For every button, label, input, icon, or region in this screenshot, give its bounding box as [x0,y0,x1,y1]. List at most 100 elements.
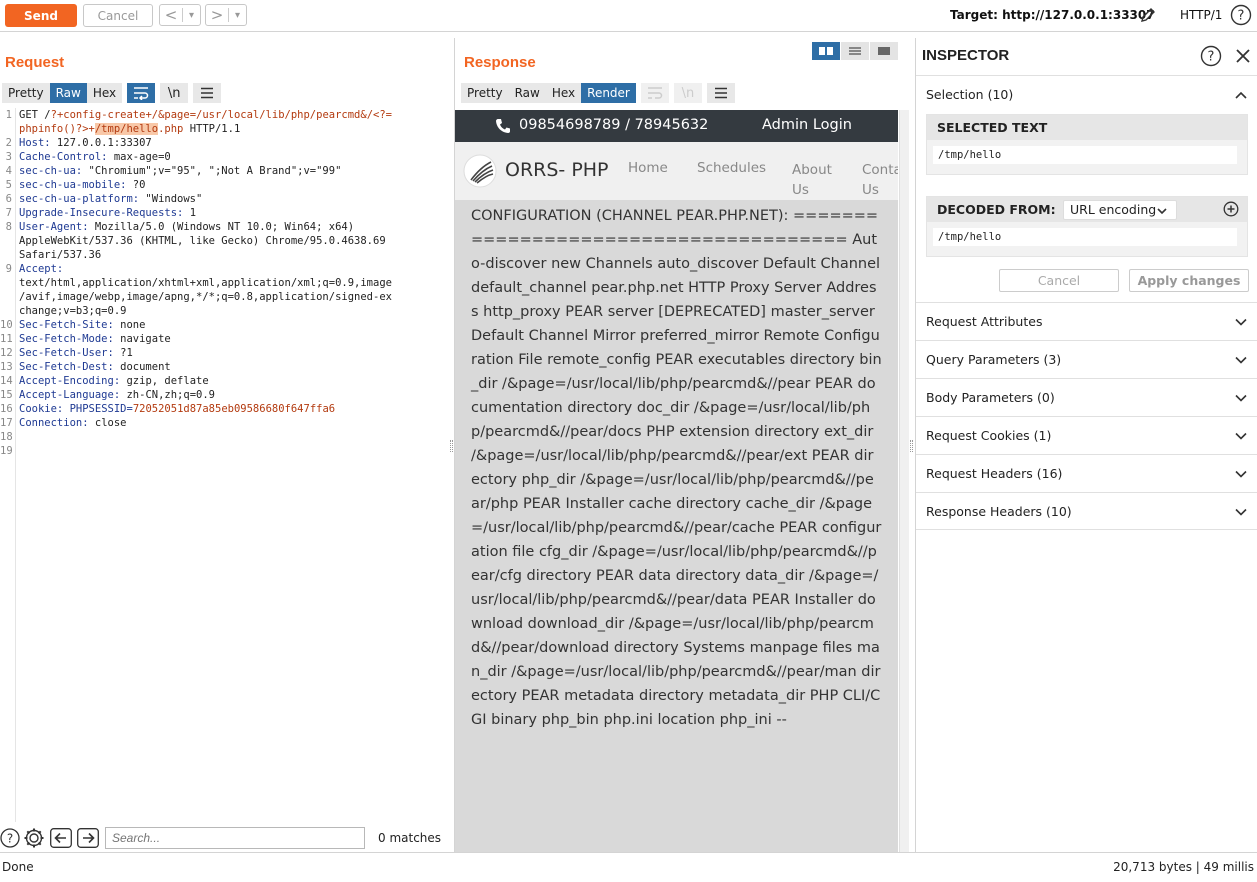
close-icon[interactable] [1234,47,1252,65]
request-editor[interactable]: 1 2 3 4 5 6 7 8 9 10 11 12 13 14 15 16 17 18 19 GET /?+… [0,108,447,822]
response-tab-pretty[interactable]: Pretty [461,83,509,103]
code-token: Connection: [19,417,89,429]
inspector-section-body-parameters[interactable]: Body Parameters (0) [916,378,1257,416]
inspector-section-request-attributes[interactable]: Request Attributes [916,302,1257,340]
code-token: navigate [113,333,171,345]
splitter-handle-right[interactable] [910,440,913,452]
search-help-icon[interactable]: ? [0,828,20,848]
code-line[interactable]: Safari/537.36 [19,248,441,262]
response-view-tabs: Pretty Raw Hex Render \n [461,83,735,103]
top-toolbar: Send Cancel < ▾ > ▾ Target: http://127.0… [0,0,1257,32]
send-button[interactable]: Send [5,4,77,27]
code-line[interactable]: Accept: [19,262,441,276]
next-match-arrow-icon[interactable] [77,828,99,848]
code-line[interactable] [19,444,441,458]
code-line[interactable]: sec-ch-ua-mobile: ?0 [19,178,441,192]
request-tab-hex[interactable]: Hex [86,83,123,103]
previous-match-arrow-icon[interactable] [50,828,72,848]
code-token: 127.0.0.1:33307 [50,137,152,149]
request-tab-pretty[interactable]: Pretty [2,83,50,103]
rendered-nav-schedules[interactable]: Schedules [697,160,766,176]
code-line[interactable]: Host: 127.0.0.1:33307 [19,136,441,150]
response-show-newlines-toggle[interactable]: \n [673,83,702,103]
inspector-cancel-button[interactable]: Cancel [999,269,1119,292]
chevron-down-icon [1235,470,1247,478]
code-line[interactable]: sec-ch-ua: "Chromium";v="95", ";Not A Br… [19,164,441,178]
request-code[interactable]: GET /?+config-create+/&page=/usr/local/l… [19,108,441,458]
code-line[interactable]: phpinfo()?>+/tmp/hello.php HTTP/1.1 [19,122,441,136]
code-line[interactable]: text/html,application/xhtml+xml,applicat… [19,276,441,290]
request-tab-raw[interactable]: Raw [49,83,87,103]
back-button[interactable]: < [160,6,182,24]
rendered-brand-name: ORRS- PHP [505,159,609,181]
section-label: Query Parameters (3) [926,352,1062,367]
response-tab-render[interactable]: Render [581,83,636,103]
rendered-nav-home[interactable]: Home [628,160,668,176]
gear-icon[interactable] [23,827,45,849]
line-number [0,122,12,136]
apply-changes-button[interactable]: Apply changes [1129,269,1249,292]
wrap-lines-toggle[interactable] [127,83,156,103]
code-token: close [88,417,127,429]
code-line[interactable]: Cache-Control: max-age=0 [19,150,441,164]
help-icon[interactable]: ? [1230,4,1252,26]
layout-toggle [812,42,899,60]
response-tab-raw[interactable]: Raw [508,83,546,103]
edit-target-pencil-icon[interactable] [1138,5,1158,25]
line-number: 4 [5,165,12,177]
code-line[interactable]: change;v=b3;q=0.9 [19,304,441,318]
line-number-gutter: 1 2 3 4 5 6 7 8 9 10 11 12 13 14 15 16 17 18 19 [0,108,16,822]
code-line[interactable]: GET /?+config-create+/&page=/usr/local/l… [19,108,441,122]
rendered-admin-login-link[interactable]: Admin Login [762,117,852,133]
code-line[interactable]: Sec-Fetch-Site: none [19,318,441,332]
inspector-help-icon[interactable]: ? [1200,45,1222,67]
add-decoder-plus-icon[interactable] [1223,201,1239,217]
forward-button[interactable]: > [206,6,228,24]
cancel-button[interactable]: Cancel [83,4,153,27]
code-line[interactable]: Sec-Fetch-Mode: navigate [19,332,441,346]
code-line[interactable]: Accept-Language: zh-CN,zh;q=0.9 [19,388,441,402]
request-search-input[interactable] [105,827,365,849]
code-token: sec-ch-ua: [19,165,83,177]
code-line[interactable]: /avif,image/webp,image/apng,*/*;q=0.8,ap… [19,290,441,304]
response-menu-button[interactable] [706,83,735,103]
code-line[interactable]: Upgrade-Insecure-Requests: 1 [19,206,441,220]
code-token: ?0 [126,179,146,191]
line-number: 3 [5,151,12,163]
rendered-nav-contact[interactable]: Contact Us [862,160,898,200]
inspector-section-request-headers[interactable]: Request Headers (16) [916,454,1257,492]
layout-tabs-button[interactable] [870,42,898,60]
code-line[interactable]: sec-ch-ua-platform: "Windows" [19,192,441,206]
code-line[interactable]: Sec-Fetch-Dest: document [19,360,441,374]
response-wrap-lines-toggle[interactable] [640,83,669,103]
inspector-section-response-headers[interactable]: Response Headers (10) [916,492,1257,530]
layout-side-by-side-button[interactable] [812,42,840,60]
section-label: Response Headers (10) [926,504,1072,519]
code-line[interactable]: Sec-Fetch-User: ?1 [19,346,441,360]
show-newlines-toggle[interactable]: \n [160,83,189,103]
line-number: 6 [5,193,12,205]
decoder-select[interactable]: URL encoding [1063,200,1177,220]
forward-history-dropdown[interactable]: ▾ [229,10,246,21]
selected-text-value[interactable]: /tmp/hello [933,146,1237,164]
decoded-text-value[interactable]: /tmp/hello [933,228,1237,246]
rendered-nav-about[interactable]: About Us [792,160,840,200]
code-line[interactable]: AppleWebKit/537.36 (KHTML, like Gecko) C… [19,234,441,248]
code-line[interactable]: Connection: close [19,416,441,430]
inspector-section-query-parameters[interactable]: Query Parameters (3) [916,340,1257,378]
inspector-section-request-cookies[interactable]: Request Cookies (1) [916,416,1257,454]
code-line[interactable]: Accept-Encoding: gzip, deflate [19,374,441,388]
back-history-dropdown[interactable]: ▾ [183,10,200,21]
chevron-down-icon [1235,318,1247,326]
inspector-selection-header[interactable]: Selection (10) [916,75,1257,113]
splitter-handle-left[interactable] [450,440,453,452]
response-scrollbar[interactable] [899,110,909,852]
http-version-label[interactable]: HTTP/1 [1180,8,1222,22]
code-line[interactable] [19,430,441,444]
layout-stacked-button[interactable] [841,42,869,60]
response-tab-hex[interactable]: Hex [545,83,582,103]
code-line[interactable]: User-Agent: Mozilla/5.0 (Windows NT 10.0… [19,220,441,234]
line-number: 10 [0,319,13,331]
request-menu-button[interactable] [193,83,222,103]
code-line[interactable]: Cookie: PHPSESSID=72052051d87a85eb095866… [19,402,441,416]
